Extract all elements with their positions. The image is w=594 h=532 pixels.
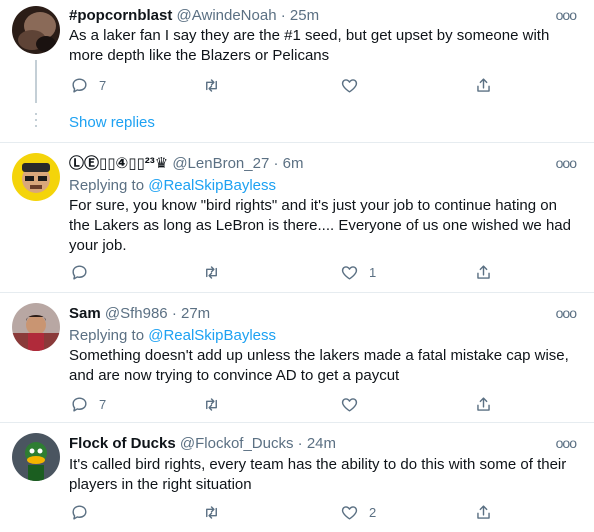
share-icon (477, 77, 490, 92)
like-button[interactable]: 2 (340, 501, 376, 523)
tweet-actions: 7 (60, 74, 520, 96)
thread-dots (35, 113, 37, 131)
like-count: 1 (369, 264, 377, 280)
retweet-icon (206, 265, 217, 279)
like-icon (341, 78, 358, 93)
tweet-actions: 7 (60, 393, 520, 415)
replying-prefix: Replying to (69, 327, 145, 344)
mention-link[interactable]: @RealSkipBayless (148, 177, 276, 194)
share-button[interactable] (474, 261, 493, 283)
share-icon (477, 504, 490, 519)
separator: · (297, 435, 303, 452)
reply-icon (72, 396, 87, 412)
like-button[interactable]: 1 (340, 261, 376, 283)
display-name[interactable]: Sam (69, 305, 101, 322)
thread-line (35, 60, 37, 103)
more-icon[interactable]: ooo (556, 435, 577, 451)
separator: · (171, 305, 177, 322)
share-icon (477, 396, 490, 411)
avatar[interactable] (12, 433, 60, 481)
retweet-button[interactable] (202, 393, 221, 415)
timestamp[interactable]: 27m (181, 305, 210, 322)
display-name[interactable]: #popcornblast (69, 7, 172, 24)
tweet-text: It's called bird rights, every team has … (69, 456, 567, 493)
like-icon (341, 265, 358, 280)
user-handle[interactable]: @Sfh986 (105, 305, 168, 322)
separator: · (280, 7, 286, 24)
like-icon (341, 505, 358, 520)
retweet-icon (206, 397, 217, 411)
reply-icon (72, 264, 87, 280)
tweet-text: For sure, you know "bird rights" and it'… (69, 197, 571, 254)
timestamp[interactable]: 24m (307, 435, 336, 452)
share-icon (477, 264, 490, 279)
timestamp[interactable]: 25m (290, 7, 319, 24)
like-icon (341, 397, 358, 412)
replying-to: Replying to @RealSkipBayless (69, 326, 276, 345)
show-replies-link[interactable]: Show replies (69, 114, 155, 131)
share-button[interactable] (474, 501, 493, 523)
tweet-sam[interactable]: Sam @Sfh986 · 27m ooo Replying to @RealS… (0, 293, 594, 423)
reply-icon (72, 504, 87, 520)
like-count: 2 (369, 504, 377, 520)
retweet-icon (206, 78, 217, 92)
tweet-lenbron[interactable]: ⓁⒺ▯▯④▯▯²³♛ @LenBron_27 · 6m ooo Replying… (0, 143, 594, 293)
more-icon[interactable]: ooo (556, 305, 577, 321)
replying-prefix: Replying to (69, 177, 145, 194)
display-name[interactable]: Flock of Ducks (69, 435, 176, 452)
tweet-header: #popcornblast @AwindeNoah · 25m (69, 6, 319, 25)
user-handle[interactable]: @Flockof_Ducks (180, 435, 294, 452)
display-name[interactable]: ⓁⒺ▯▯④▯▯²³♛ (69, 155, 168, 172)
tweet-actions: 1 (60, 261, 520, 283)
mention-link[interactable]: @RealSkipBayless (148, 327, 276, 344)
reply-button[interactable]: 7 (70, 74, 106, 96)
retweet-button[interactable] (202, 74, 221, 96)
tweet-header: Flock of Ducks @Flockof_Ducks · 24m (69, 434, 336, 453)
share-button[interactable] (474, 393, 493, 415)
reply-button[interactable] (70, 501, 99, 523)
separator: · (273, 155, 279, 172)
tweet-flock-of-ducks[interactable]: Flock of Ducks @Flockof_Ducks · 24m ooo … (0, 423, 594, 532)
like-button[interactable] (340, 74, 369, 96)
tweet-text: Something doesn't add up unless the lake… (69, 347, 569, 384)
tweet-text: As a laker fan I say they are the #1 see… (69, 27, 550, 64)
reply-count: 7 (99, 77, 107, 93)
tweet-header: ⓁⒺ▯▯④▯▯²³♛ @LenBron_27 · 6m (69, 154, 303, 173)
avatar[interactable] (12, 303, 60, 351)
reply-icon (72, 77, 87, 93)
retweet-button[interactable] (202, 501, 221, 523)
retweet-button[interactable] (202, 261, 221, 283)
user-handle[interactable]: @LenBron_27 (172, 155, 269, 172)
tweet-popcornblast[interactable]: #popcornblast @AwindeNoah · 25m ooo As a… (0, 0, 594, 103)
reply-button[interactable] (70, 261, 99, 283)
more-icon[interactable]: ooo (556, 7, 577, 23)
user-handle[interactable]: @AwindeNoah (177, 7, 277, 24)
reply-button[interactable]: 7 (70, 393, 106, 415)
tweet-header: Sam @Sfh986 · 27m (69, 304, 210, 323)
avatar[interactable] (12, 6, 60, 54)
avatar[interactable] (12, 153, 60, 201)
like-button[interactable] (340, 393, 369, 415)
replying-to: Replying to @RealSkipBayless (69, 176, 276, 195)
more-icon[interactable]: ooo (556, 155, 577, 171)
retweet-icon (206, 505, 217, 519)
reply-count: 7 (99, 396, 107, 412)
share-button[interactable] (474, 74, 493, 96)
tweet-actions: 2 (60, 501, 520, 523)
timestamp[interactable]: 6m (283, 155, 304, 172)
